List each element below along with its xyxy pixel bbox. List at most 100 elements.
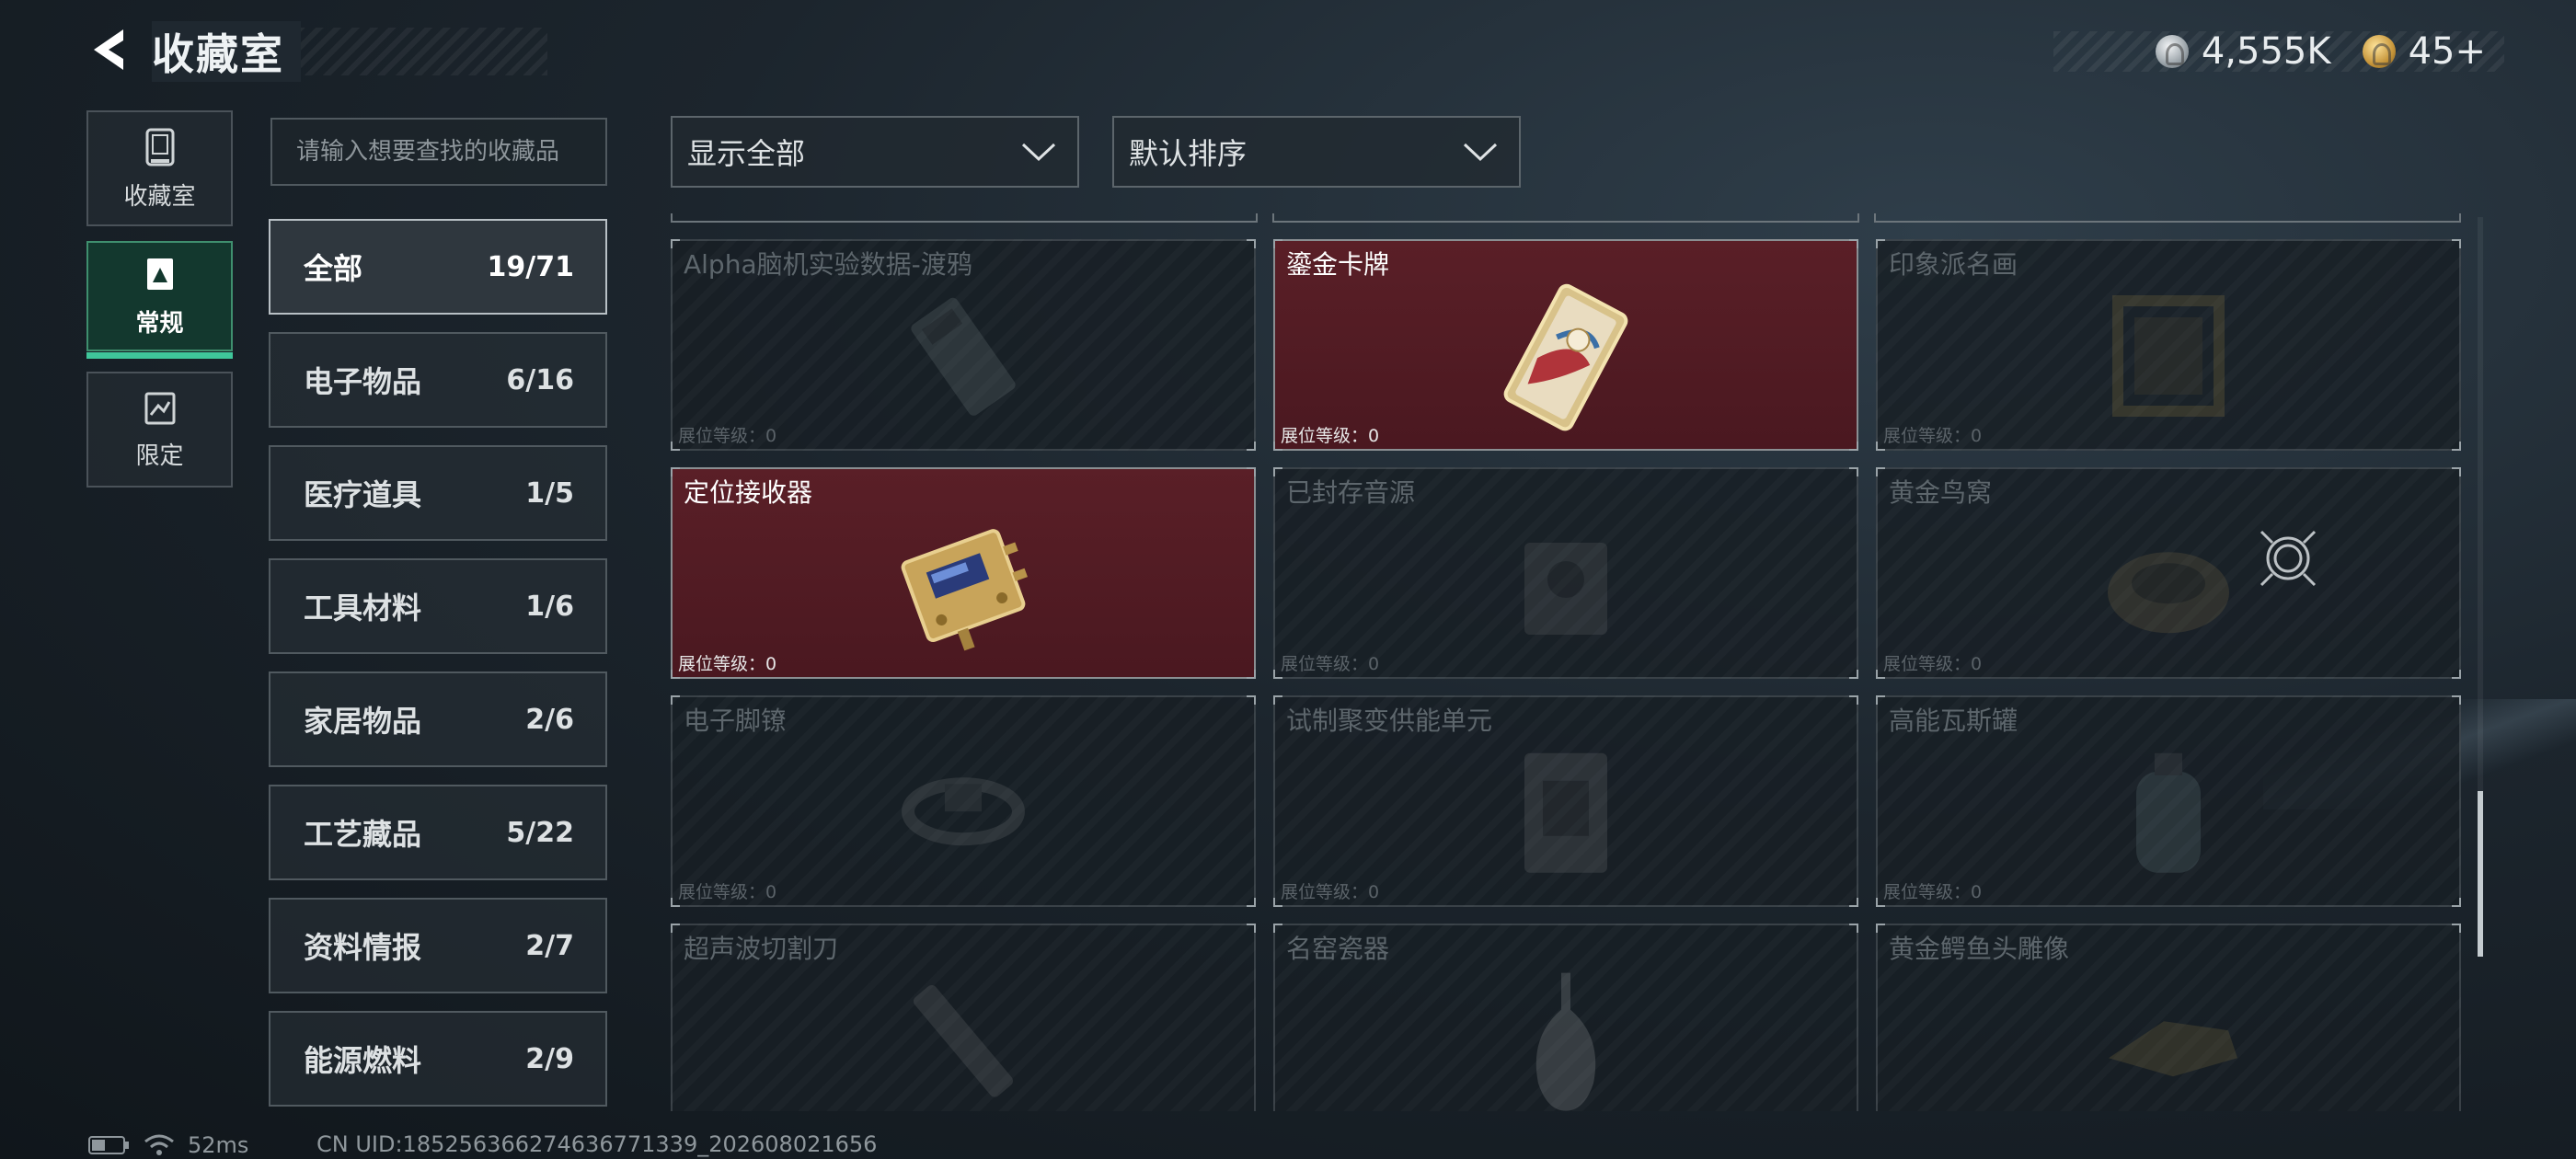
crocodile-statue-icon <box>2109 1021 2237 1077</box>
category-electronics[interactable]: 电子物品 6/16 <box>269 332 607 428</box>
category-name: 家居物品 <box>304 704 422 739</box>
side-tab-label: 限定 <box>135 442 184 470</box>
category-count: 1/6 <box>525 590 574 623</box>
category-crafts[interactable]: 工艺藏品 5/22 <box>269 785 607 880</box>
category-tools[interactable]: 工具材料 1/6 <box>269 558 607 654</box>
side-tab-collection-room[interactable]: 收藏室 <box>86 110 233 226</box>
collection-card[interactable]: 电子脚镣 展位等级：0 <box>671 695 1256 907</box>
collection-card[interactable]: 黄金鸟窝 展位等级：0 <box>1876 467 2461 679</box>
battery-icon <box>88 1136 129 1154</box>
collection-card[interactable]: 鎏金卡牌 展位等级：0 <box>1273 239 1858 451</box>
collection-grid[interactable]: Alpha脑机实验数据-渡鸦 展位等级：0 鎏金卡牌 展位等级：0 印象派名画 … <box>671 213 2463 1111</box>
category-medical[interactable]: 医疗道具 1/5 <box>269 445 607 541</box>
category-count: 2/9 <box>525 1042 574 1075</box>
collection-card[interactable]: 超声波切割刀 <box>671 924 1256 1111</box>
category-count: 2/6 <box>525 703 574 736</box>
item-level: 展位等级：0 <box>1281 882 1380 902</box>
user-uid: CN UID:185256366274636771339_20260802165… <box>316 1131 878 1157</box>
collection-card[interactable]: 高能瓦斯罐 展位等级：0 <box>1876 695 2461 907</box>
chevron-down-icon <box>1021 143 1056 162</box>
side-tab-label: 常规 <box>135 309 184 338</box>
ping-value: 52ms <box>188 1132 249 1158</box>
side-tab-limited[interactable]: 限定 <box>86 372 233 488</box>
item-level: 展位等级：0 <box>1281 426 1380 446</box>
item-level: 展位等级：0 <box>1883 654 1983 674</box>
item-name: 电子脚镣 <box>684 706 788 736</box>
item-level: 展位等级：0 <box>1883 426 1983 446</box>
category-count: 1/5 <box>525 476 574 510</box>
gold-currency-value[interactable]: 45+ <box>2409 30 2486 73</box>
item-name: 黄金鳄鱼头雕像 <box>1889 934 2070 964</box>
collection-card[interactable]: Alpha脑机实验数据-渡鸦 展位等级：0 <box>671 239 1256 451</box>
category-name: 工艺藏品 <box>304 817 422 852</box>
sealed-audio-icon <box>1524 543 1607 635</box>
side-tab-label: 收藏室 <box>123 182 196 211</box>
top-bar: 收藏室 4,555K 45+ <box>0 0 2576 101</box>
electronic-shackle-icon <box>902 777 1025 846</box>
category-name: 资料情报 <box>304 930 422 965</box>
golden-nest-icon <box>2108 552 2229 634</box>
collection-card[interactable]: 印象派名画 展位等级：0 <box>1876 239 2461 451</box>
category-count: 2/7 <box>525 929 574 962</box>
active-tab-indicator <box>86 352 233 359</box>
data-drive-icon <box>911 297 1016 416</box>
sort-value: 默认排序 <box>1129 136 1248 171</box>
item-level: 展位等级：0 <box>1883 882 1983 902</box>
page-title: 收藏室 <box>152 21 301 82</box>
category-name: 工具材料 <box>304 591 422 625</box>
item-name: 黄金鸟窝 <box>1889 477 1993 508</box>
locator-receiver-icon <box>901 529 1028 651</box>
filter-value: 显示全部 <box>687 136 806 171</box>
category-name: 全部 <box>304 251 363 286</box>
limited-icon <box>144 392 175 424</box>
sort-dropdown[interactable]: 默认排序 <box>1112 116 1521 188</box>
item-name: 印象派名画 <box>1889 249 2018 280</box>
gilded-card-icon <box>1503 283 1628 431</box>
back-arrow-icon <box>94 29 123 70</box>
item-level: 展位等级：0 <box>678 882 777 902</box>
search-input[interactable] <box>270 118 607 186</box>
silver-currency-value: 4,555K <box>2201 30 2331 73</box>
collection-card[interactable]: 已封存音源 展位等级：0 <box>1273 467 1858 679</box>
currency-bar: 4,555K 45+ <box>2053 30 2504 73</box>
category-all[interactable]: 全部 19/71 <box>269 219 607 315</box>
ultrasonic-cutter-icon <box>913 984 1014 1097</box>
item-level: 展位等级：0 <box>678 426 777 446</box>
regular-icon <box>146 258 173 290</box>
item-name: 试制聚变供能单元 <box>1286 706 1493 736</box>
category-name: 能源燃料 <box>304 1043 422 1078</box>
collection-card[interactable]: 名窑瓷器 <box>1273 924 1858 1111</box>
item-name: 鎏金卡牌 <box>1286 249 1390 280</box>
category-household[interactable]: 家居物品 2/6 <box>269 671 607 767</box>
category-count: 19/71 <box>487 250 574 283</box>
collection-card[interactable]: 试制聚变供能单元 展位等级：0 <box>1273 695 1858 907</box>
status-bar: 52ms <box>88 1131 248 1159</box>
chevron-down-icon <box>1463 143 1498 162</box>
target-crosshair-icon <box>2260 530 2317 587</box>
category-name: 医疗道具 <box>304 477 422 512</box>
collection-card[interactable]: 黄金鳄鱼头雕像 <box>1876 924 2461 1111</box>
item-name: Alpha脑机实验数据-渡鸦 <box>684 249 972 280</box>
gold-coin-icon <box>2362 35 2396 68</box>
fusion-unit-icon <box>1524 752 1607 873</box>
item-name: 已封存音源 <box>1286 477 1416 508</box>
painting-frame-icon <box>2112 295 2225 417</box>
silver-coin-icon <box>2155 35 2189 68</box>
grid-scrollbar-thumb[interactable] <box>2478 791 2483 957</box>
category-intel[interactable]: 资料情报 2/7 <box>269 898 607 993</box>
filter-dropdown[interactable]: 显示全部 <box>671 116 1079 188</box>
gas-canister-icon <box>2136 752 2201 873</box>
category-name: 电子物品 <box>304 364 422 399</box>
item-name: 超声波切割刀 <box>684 934 839 964</box>
item-name: 高能瓦斯罐 <box>1889 706 2018 736</box>
wifi-icon <box>144 1134 174 1155</box>
category-energy[interactable]: 能源燃料 2/9 <box>269 1011 607 1107</box>
collection-card[interactable]: 定位接收器 展位等级：0 <box>671 467 1256 679</box>
back-button[interactable] <box>85 26 132 74</box>
side-tab-regular[interactable]: 常规 <box>86 241 233 359</box>
item-level: 展位等级：0 <box>678 654 777 674</box>
category-count: 6/16 <box>506 363 574 396</box>
category-count: 5/22 <box>506 816 574 849</box>
item-level: 展位等级：0 <box>1281 654 1380 674</box>
porcelain-vase-icon <box>1535 972 1596 1111</box>
